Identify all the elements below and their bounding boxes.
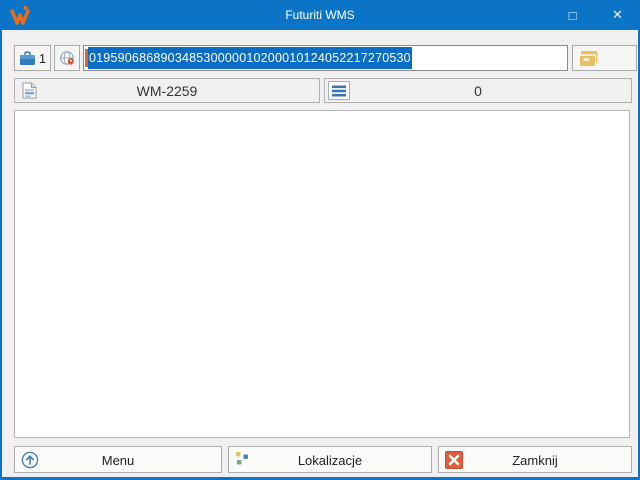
menu-button-label: Menu (101, 453, 135, 468)
maximize-button[interactable]: □ (550, 0, 595, 30)
items-count: 0 (474, 83, 482, 99)
maximize-icon: □ (568, 7, 577, 23)
document-code: WM-2259 (136, 83, 198, 99)
app-window: Futuriti WMS □ ✕ 1 019590686890348530000… (0, 0, 640, 480)
globe-location-icon (59, 50, 74, 66)
carrier-button[interactable]: 1 (14, 45, 51, 71)
briefcase-icon (19, 50, 35, 65)
barcode-value: 0195906868903485300000102000101240522172… (88, 47, 412, 69)
menu-button[interactable]: Menu (14, 446, 222, 473)
carrier-count: 1 (38, 50, 47, 66)
items-count-field: 0 (324, 78, 632, 103)
archive-drawer-icon (580, 50, 598, 66)
close-window-button[interactable]: ✕ (595, 0, 638, 30)
window-title: Futuriti WMS (285, 8, 355, 22)
document-field: WM-2259 (14, 78, 320, 103)
close-app-button-label: Zamknij (512, 453, 558, 468)
archive-button[interactable] (572, 45, 637, 71)
titlebar: Futuriti WMS □ ✕ (2, 0, 638, 30)
content-list-area (14, 110, 630, 438)
scan-source-button[interactable] (54, 45, 80, 71)
locations-button[interactable]: Lokalizacje (228, 446, 432, 473)
close-app-button[interactable]: Zamknij (438, 446, 632, 473)
barcode-input[interactable]: 0195906868903485300000102000101240522172… (83, 45, 568, 71)
locations-button-label: Lokalizacje (297, 453, 363, 468)
close-icon: ✕ (612, 7, 623, 22)
